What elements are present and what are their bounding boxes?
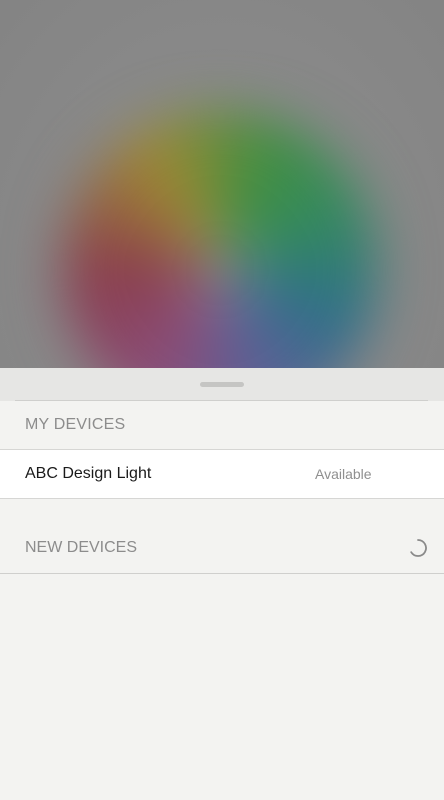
my-devices-header: MY DEVICES	[0, 401, 444, 449]
screen: MY DEVICES ABC Design Light Available NE…	[0, 0, 444, 800]
color-wheel-area[interactable]	[0, 0, 444, 368]
new-devices-header: NEW DEVICES	[0, 523, 444, 574]
sheet-handle-bar[interactable]	[0, 368, 444, 401]
spinner-icon	[410, 539, 427, 557]
device-name: ABC Design Light	[25, 465, 152, 482]
drag-handle-icon[interactable]	[200, 382, 244, 387]
new-devices-title: NEW DEVICES	[25, 539, 138, 556]
my-devices-title: MY DEVICES	[25, 416, 126, 433]
devices-bottom-sheet: MY DEVICES ABC Design Light Available NE…	[0, 368, 444, 800]
device-row-abc-design-light[interactable]: ABC Design Light Available	[0, 449, 444, 499]
background-vignette	[0, 0, 444, 368]
device-status: Available	[315, 466, 372, 482]
